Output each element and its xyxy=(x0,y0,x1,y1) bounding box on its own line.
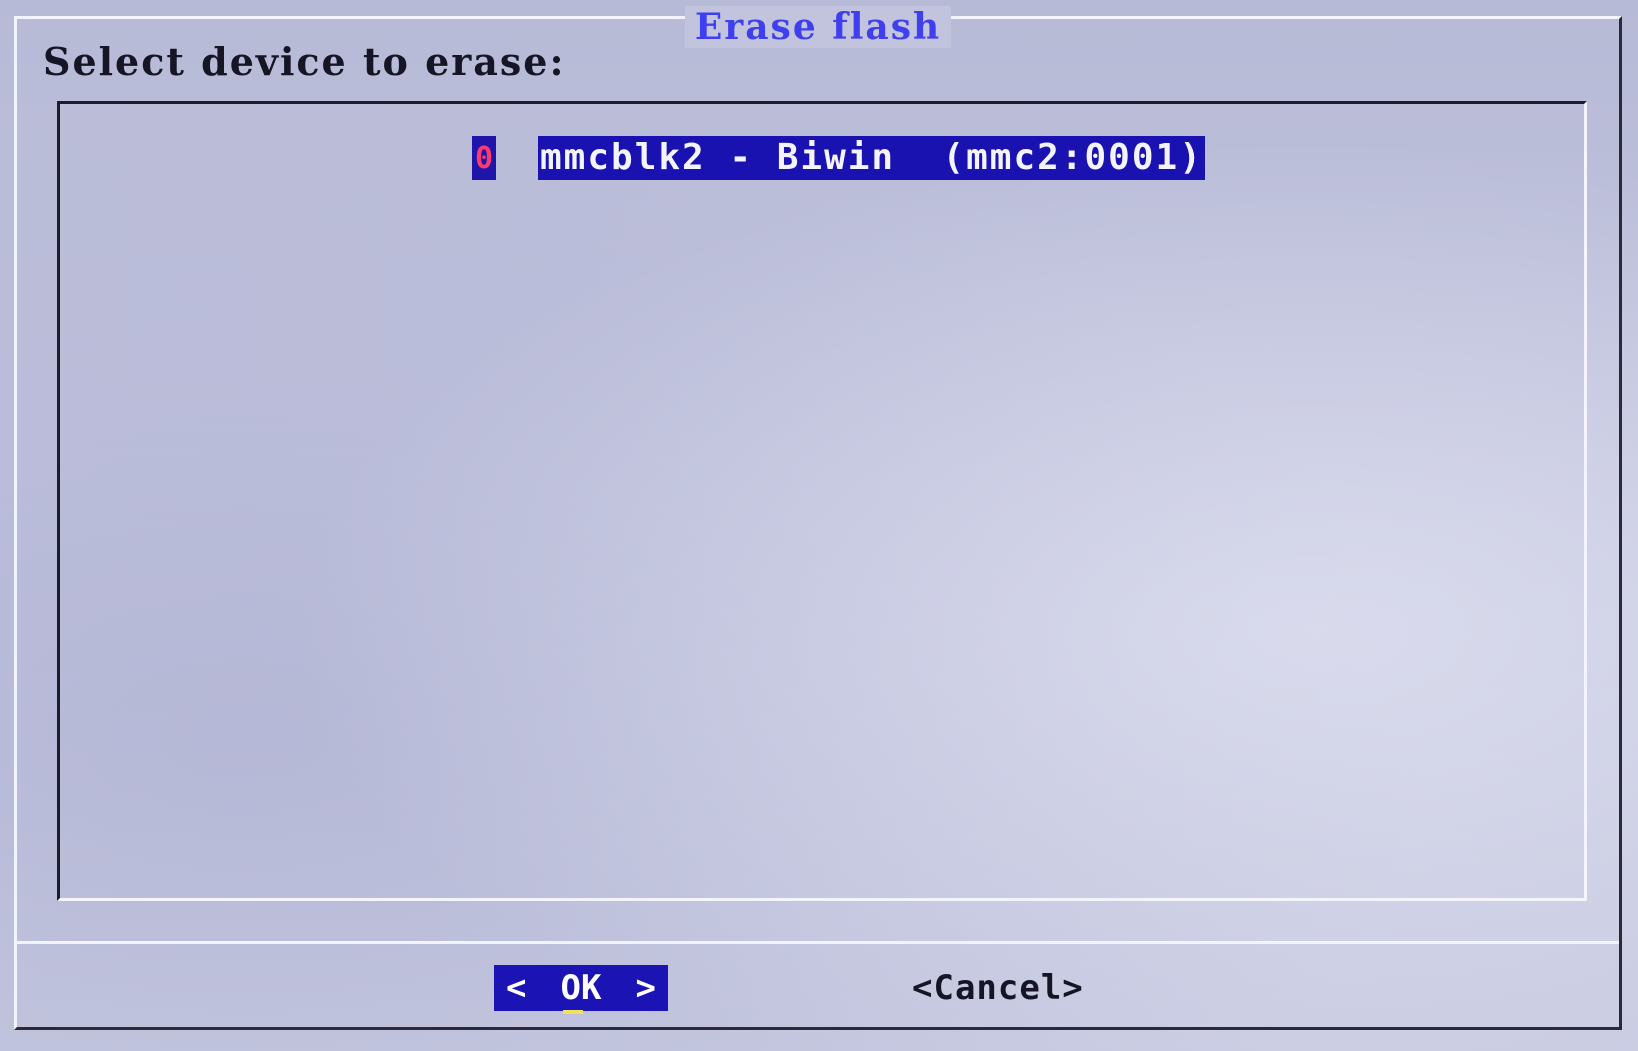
selection-marker[interactable]: 0 xyxy=(472,136,496,180)
device-label[interactable]: mmcblk2 - Biwin (mmc2:0001) xyxy=(538,136,1205,180)
button-divider xyxy=(17,941,1619,944)
ok-label: OK xyxy=(560,968,602,1014)
ok-left-bracket: < xyxy=(506,968,527,1008)
button-bar: < OK > <Cancel> xyxy=(17,965,1619,1015)
dialog-title-text: Erase flash xyxy=(684,6,952,48)
list-item[interactable]: 0 mmcblk2 - Biwin (mmc2:0001) xyxy=(472,134,1205,182)
dialog-prompt: Select device to erase: xyxy=(43,39,566,84)
device-list: 0 mmcblk2 - Biwin (mmc2:0001) xyxy=(57,101,1587,901)
erase-flash-dialog: Erase flash Select device to erase: 0 mm… xyxy=(14,6,1622,1030)
ok-right-bracket: > xyxy=(635,968,656,1008)
cancel-button[interactable]: <Cancel> xyxy=(912,965,1084,1011)
ok-button[interactable]: < OK > xyxy=(494,965,668,1014)
screen-background: Erase flash Select device to erase: 0 mm… xyxy=(0,0,1638,1051)
